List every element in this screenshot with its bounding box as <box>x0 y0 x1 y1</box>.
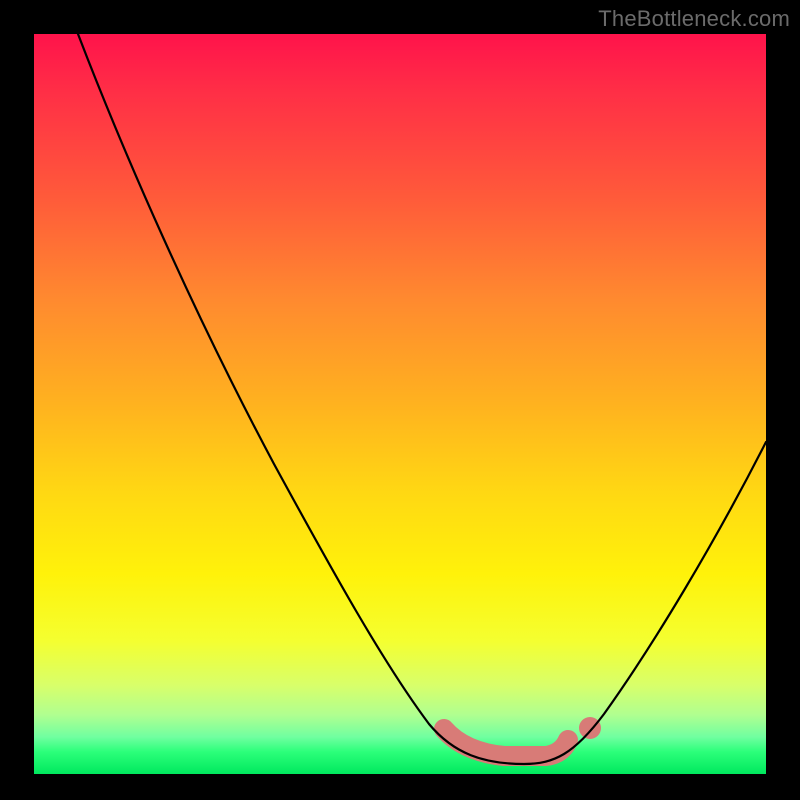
optimal-valley-end-dot <box>579 717 601 739</box>
attribution-text: TheBottleneck.com <box>598 6 790 32</box>
curve-layer <box>34 34 766 774</box>
bottleneck-curve <box>78 34 766 764</box>
plot-area <box>34 34 766 774</box>
chart-frame: TheBottleneck.com <box>0 0 800 800</box>
